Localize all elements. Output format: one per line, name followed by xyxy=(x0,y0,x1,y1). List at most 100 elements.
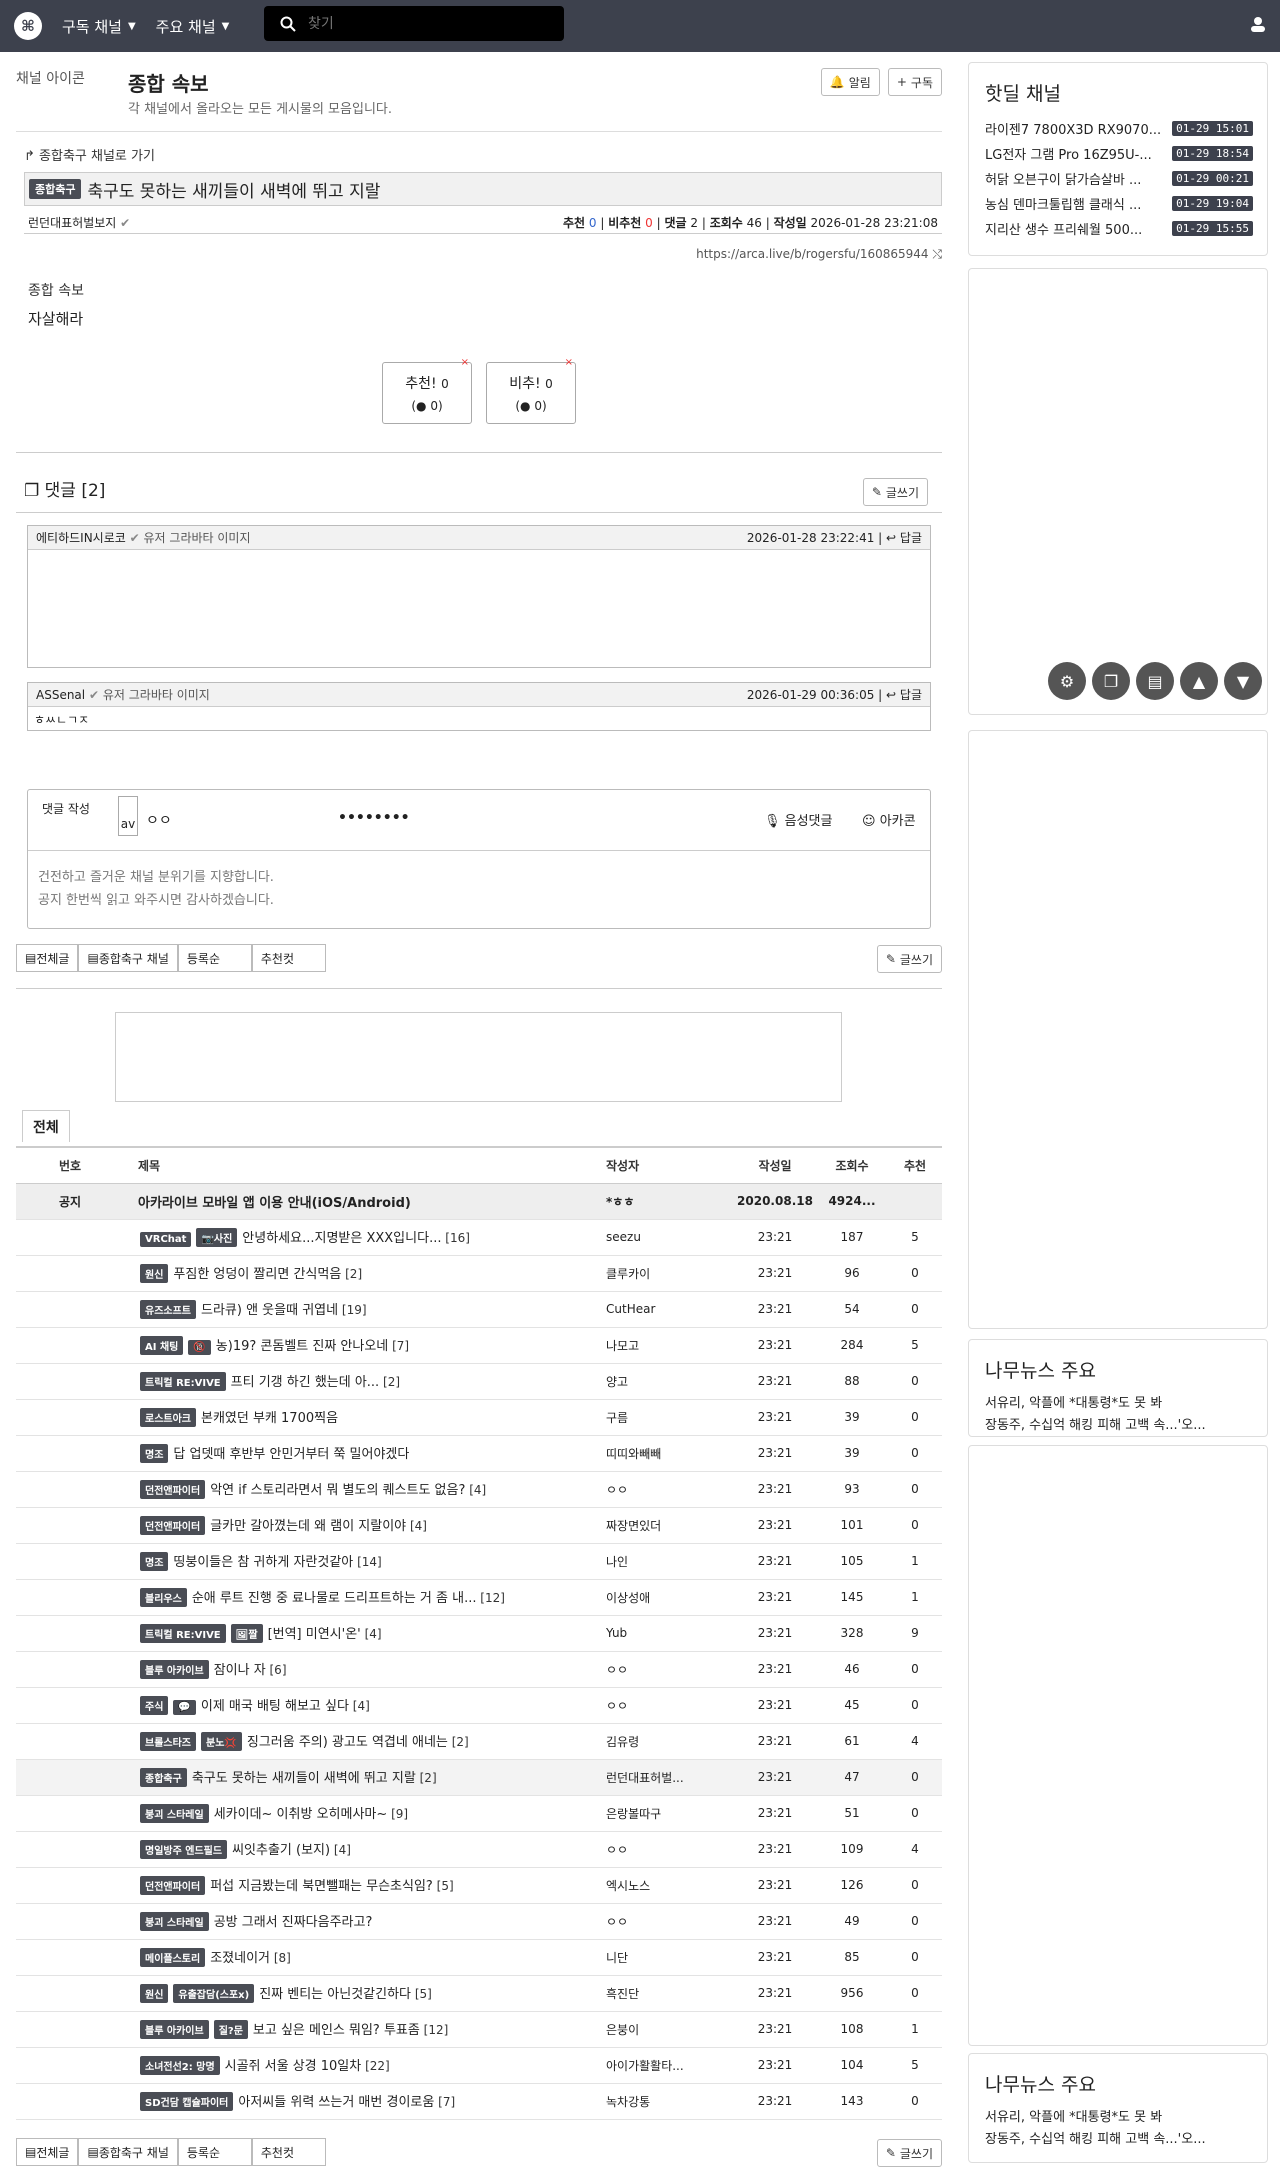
post-title[interactable]: 푸짐한 엉덩이 짤리면 간식먹음 xyxy=(173,1267,341,1282)
search-input[interactable] xyxy=(308,15,538,32)
post-author[interactable]: 나인 xyxy=(606,1543,734,1580)
table-row[interactable]: 종합축구 축구도 못하는 새끼들이 새벽에 뛰고 지랄 [2] 런던대표허벌...… xyxy=(16,1759,942,1796)
table-row[interactable]: 로스트아크 본캐였던 부캐 1700찍음 구름 23:21 39 0 xyxy=(16,1399,942,1436)
post-author[interactable]: 나모고 xyxy=(606,1327,734,1364)
search-box[interactable] xyxy=(264,6,564,41)
ad-banner[interactable] xyxy=(115,1012,842,1102)
category-badge[interactable]: 브롤스타즈 xyxy=(140,1732,196,1751)
category-badge[interactable]: 블루 아카이브 xyxy=(140,2020,209,2039)
hotdeal-item[interactable]: 라이젠7 7800X3D RX9070... 01-29 15:01 xyxy=(969,116,1267,141)
comment-textarea[interactable]: 건전하고 즐거운 채널 분위기를 지향합니다. 공지 한번씩 읽고 와주시면 감사… xyxy=(38,866,274,912)
post-author[interactable]: ㅇㅇ xyxy=(606,1831,734,1868)
tab-all[interactable]: ▤ 전체글 xyxy=(16,944,79,972)
category-badge[interactable]: AI 채팅 xyxy=(140,1336,184,1355)
category-badge[interactable]: 블루 아카이브 xyxy=(140,1660,209,1679)
post-author[interactable]: 녹차강통 xyxy=(606,2083,734,2120)
category-badge[interactable]: 트릭컬 RE:VIVE xyxy=(140,1624,226,1643)
post-title[interactable]: 공방 그래서 진짜다음주라고? xyxy=(214,1915,373,1930)
post-author[interactable]: 클루카이 xyxy=(606,1255,734,1292)
write-button[interactable]: ✎ 글쓰기 xyxy=(876,2139,942,2167)
table-row[interactable]: 명조 답 업뎃때 후반부 안민거부터 쭉 밀어야겠다 띠띠와빼빼 23:21 39… xyxy=(16,1435,942,1472)
table-row[interactable]: 던전앤파이터 글카만 갈아꼈는데 왜 램이 지랄이야 [4] 짜장면있더 23:2… xyxy=(16,1507,942,1544)
news-title[interactable]: 나무뉴스 주요 xyxy=(985,2070,1267,2097)
list-icon[interactable]: ▤ xyxy=(1136,662,1174,700)
scroll-down-icon[interactable]: ▼ xyxy=(1224,662,1262,700)
category-badge[interactable]: 명조 xyxy=(140,1552,169,1571)
alarm-button[interactable]: 🔔 알림 xyxy=(820,68,880,96)
post-author[interactable]: 니단 xyxy=(606,1939,734,1976)
post-title[interactable]: 이제 매국 배팅 해보고 싶다 xyxy=(201,1699,349,1714)
table-row[interactable]: 트릭컬 RE:VIVE 프티 기갱 하긴 했는데 아... [2] 양고 23:2… xyxy=(16,1363,942,1400)
post-title[interactable]: 보고 싶은 메인스 뭐임? 투표좀 xyxy=(253,2023,420,2038)
subscribe-button[interactable]: + 구독 xyxy=(887,68,942,96)
post-title[interactable]: 아저씨들 위력 쓰는거 매번 경이로움 xyxy=(238,2095,434,2110)
post-author[interactable]: ㅇㅇ xyxy=(606,1471,734,1508)
category-badge[interactable]: 붕괴 스타레일 xyxy=(140,1912,209,1931)
post-title[interactable]: 축구도 못하는 새끼들이 새벽에 뛰고 지랄 xyxy=(192,1771,416,1786)
table-row[interactable]: VRChat 📷사진 안녕하세요...지명받은 XXX입니다... [16] see… xyxy=(16,1219,942,1256)
table-row[interactable]: 원신 유출잡담(스포x) 진짜 벤티는 아닌것같긴하다 [5] 흑진단 23:21 … xyxy=(16,1975,942,2012)
category-badge[interactable]: 원신 xyxy=(140,1984,169,2003)
post-title[interactable]: 씨잇추출기 (보지) xyxy=(232,1843,330,1858)
news-item[interactable]: 장동주, 수십억 해킹 피해 고백 속...'오... xyxy=(985,2129,1267,2151)
ad-panel[interactable] xyxy=(968,730,1268,1329)
post-title[interactable]: 글카만 갈아꼈는데 왜 램이 지랄이야 xyxy=(210,1519,406,1534)
table-row[interactable]: 주식 💬 이제 매국 배팅 해보고 싶다 [4] ㅇㅇ 23:21 45 0 xyxy=(16,1687,942,1724)
table-row[interactable]: 붕괴 스타레일 공방 그래서 진짜다음주라고? ㅇㅇ 23:21 49 0 xyxy=(16,1903,942,1940)
tab-channel[interactable]: ▤ 종합축구 채널 xyxy=(78,2138,178,2166)
list-tab-all[interactable]: 전체 xyxy=(22,1110,70,1142)
settings-icon[interactable]: ⚙ xyxy=(1048,662,1086,700)
post-title[interactable]: 본캐였던 부캐 1700찍음 xyxy=(201,1411,338,1426)
post-author[interactable]: 은붕이 xyxy=(606,2011,734,2048)
category-badge[interactable]: 메이플스토리 xyxy=(140,1948,206,1967)
table-row[interactable]: 블루 아카이브 잠이나 자 [6] ㅇㅇ 23:21 46 0 xyxy=(16,1651,942,1688)
table-row[interactable]: 블루 아카이브 질?문 보고 싶은 메인스 뭐임? 투표좀 [12] 은붕이 23:… xyxy=(16,2011,942,2048)
category-badge[interactable]: 원신 xyxy=(140,1264,169,1283)
table-row[interactable]: SD건담 캡슐파이터 아저씨들 위력 쓰는거 매번 경이로움 [7] 녹차강통 2… xyxy=(16,2083,942,2120)
ad-panel[interactable] xyxy=(968,1445,1268,2046)
table-row[interactable]: 메이플스토리 조졌네이거 [8] 니단 23:21 85 0 xyxy=(16,1939,942,1976)
category-badge[interactable]: 던전앤파이터 xyxy=(140,1516,206,1535)
post-author[interactable]: 아이가활활타... xyxy=(606,2047,734,2084)
hotdeal-item[interactable]: 지리산 생수 프리쉐월 500... 01-29 15:55 xyxy=(969,216,1267,241)
category-badge[interactable]: 소녀전선2: 망명 xyxy=(140,2056,220,2075)
tab-channel[interactable]: ▤ 종합축구 채널 xyxy=(78,944,178,972)
copy-icon[interactable]: ❐ xyxy=(1092,662,1130,700)
category-badge[interactable]: 종합축구 xyxy=(140,1768,187,1787)
news-title[interactable]: 나무뉴스 주요 xyxy=(985,1356,1267,1383)
category-badge[interactable]: SD건담 캡슐파이터 xyxy=(140,2092,234,2111)
post-title[interactable]: 띵붕이들은 참 귀하게 자란것같아 xyxy=(173,1555,353,1570)
table-row[interactable]: 붕괴 스타레일 세카이데~ 이취방 오히메사마~ [9] 은랑볼따구 23:21 … xyxy=(16,1795,942,1832)
ad-panel[interactable] xyxy=(968,268,1268,715)
comment-author[interactable]: ASSenal ✔ 유저 그라바타 이미지 xyxy=(36,686,210,703)
post-author[interactable]: 띠띠와빼빼 xyxy=(606,1435,734,1472)
rec-cut[interactable]: 추천컷 xyxy=(251,944,326,972)
table-row[interactable]: 명조 띵붕이들은 참 귀하게 자란것같아 [14] 나인 23:21 105 1 xyxy=(16,1543,942,1580)
reply-button[interactable]: ↩ 답글 xyxy=(886,688,922,702)
category-badge[interactable]: 던전앤파이터 xyxy=(140,1876,206,1895)
post-author[interactable]: Yub xyxy=(606,1615,734,1652)
post-title[interactable]: 농)19? 콘돔벨트 진짜 안나오네 xyxy=(216,1339,388,1354)
post-author[interactable]: 은랑볼따구 xyxy=(606,1795,734,1832)
news-item[interactable]: 장동주, 수십억 해킹 피해 고백 속...'오... xyxy=(985,1415,1267,1437)
voice-comment-button[interactable]: 🎙 음성댓글 xyxy=(764,810,832,829)
subscribed-channels-dropdown[interactable]: 구독 채널 ▼ xyxy=(62,16,136,37)
post-author[interactable]: ㅇㅇ xyxy=(606,1687,734,1724)
post-title[interactable]: 시골쥐 서울 상경 10일차 xyxy=(225,2059,362,2074)
category-badge[interactable]: 명일방주 엔드필드 xyxy=(140,1840,228,1859)
post-author[interactable]: 짜장면있더 xyxy=(606,1507,734,1544)
scroll-up-icon[interactable]: ▲ xyxy=(1180,662,1218,700)
emoticon-button[interactable]: ☺ 아카콘 xyxy=(862,810,916,829)
post-title[interactable]: 조졌네이거 xyxy=(210,1951,270,1966)
table-row[interactable]: 브롤스타즈 분노💢 징그러움 주의) 광고도 역겹네 애네는 [2] 김유령 23:… xyxy=(16,1723,942,1760)
post-title[interactable]: 퍼섭 지금봤는데 북면뺄패는 무슨초식임? xyxy=(210,1879,433,1894)
main-channels-dropdown[interactable]: 주요 채널 ▼ xyxy=(156,16,230,37)
post-author[interactable]: CutHear xyxy=(606,1291,734,1328)
category-badge[interactable]: 붕괴 스타레일 xyxy=(140,1804,209,1823)
hotdeal-item[interactable]: 허닭 오븐구이 닭가슴살바 ... 01-29 00:21 xyxy=(969,166,1267,191)
table-row[interactable]: 트릭컬 RE:VIVE 🖼짤 [번역] 미연시'온' [4] Yub 23:21 3… xyxy=(16,1615,942,1652)
hotdeal-item[interactable]: 농심 덴마크툴립햄 클래식 ... 01-29 19:04 xyxy=(969,191,1267,216)
category-badge[interactable]: VRChat xyxy=(140,1232,192,1247)
post-title[interactable]: 잠이나 자 xyxy=(214,1663,266,1678)
category-badge[interactable]: 종합축구 xyxy=(29,179,82,199)
